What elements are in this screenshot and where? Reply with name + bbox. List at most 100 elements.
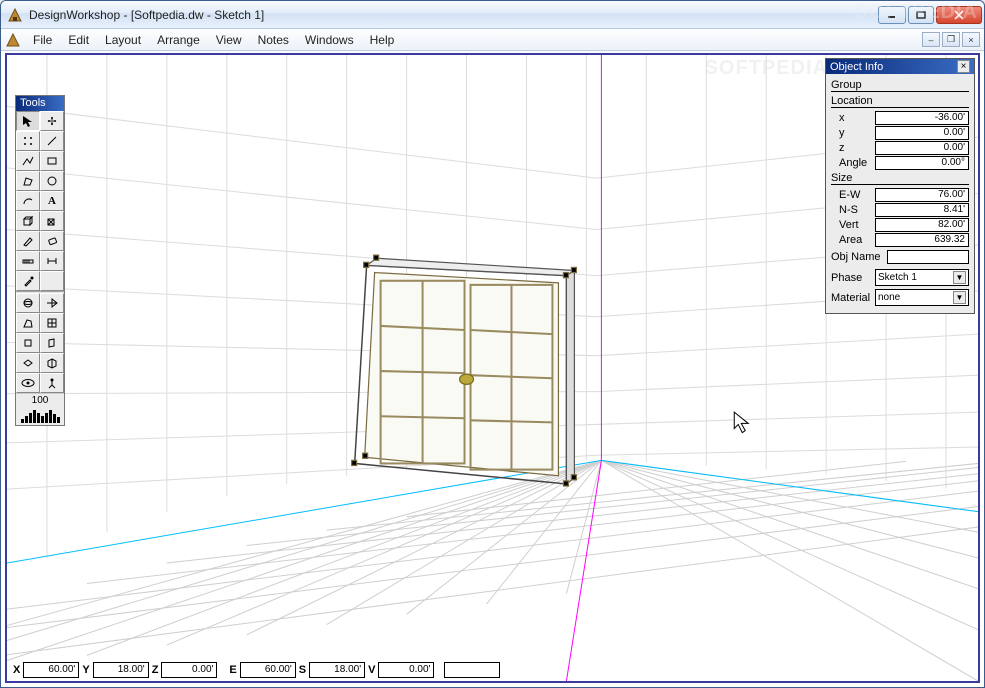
phase-value: Sketch 1: [878, 272, 917, 283]
crosshair-tool[interactable]: ✢: [40, 111, 64, 131]
view-top-tool[interactable]: [16, 353, 40, 373]
perspective-tool[interactable]: [16, 313, 40, 333]
coord-e-value[interactable]: 60.00': [240, 662, 296, 678]
mdi-restore-button[interactable]: ❐: [942, 32, 960, 47]
vert-label: Vert: [831, 219, 875, 231]
view-front-tool[interactable]: [16, 333, 40, 353]
phase-label: Phase: [831, 272, 875, 284]
object-info-title-text: Object Info: [830, 61, 883, 73]
tools-title: Tools: [16, 96, 64, 111]
coord-v-label: V: [366, 664, 377, 676]
x-value[interactable]: -36.00': [875, 111, 969, 125]
zoom-value[interactable]: 100: [16, 393, 64, 407]
y-label: y: [831, 127, 875, 139]
objname-label: Obj Name: [831, 251, 887, 263]
arrow-tool[interactable]: [16, 111, 40, 131]
object-info-panel[interactable]: Object Info × Group Location x-36.00' y0…: [825, 58, 975, 314]
rectangle-tool[interactable]: [40, 151, 64, 171]
coord-s-label: S: [297, 664, 308, 676]
line-tool[interactable]: [40, 131, 64, 151]
material-select[interactable]: none ▼: [875, 289, 969, 306]
walk-tool[interactable]: [40, 373, 64, 393]
app-window: SOFTPEDIA DesignWorkshop - [Softpedia.dw…: [0, 0, 985, 688]
arc-tool[interactable]: [16, 191, 40, 211]
coord-y-label: Y: [80, 664, 91, 676]
material-value: none: [878, 292, 900, 303]
angle-label: Angle: [831, 157, 875, 169]
location-header: Location: [831, 95, 969, 108]
document-icon: [5, 32, 21, 48]
ew-value[interactable]: 76.00': [875, 188, 969, 202]
status-bar: X60.00' Y18.00' Z0.00' E60.00' S18.00' V…: [11, 662, 500, 678]
mdi-controls: – ❐ ×: [922, 32, 984, 47]
objname-value[interactable]: [887, 250, 969, 264]
axon-tool[interactable]: [40, 313, 64, 333]
menu-notes[interactable]: Notes: [250, 31, 297, 49]
watermark: SOFTPEDIA: [855, 1, 978, 24]
polygon-tool[interactable]: [16, 171, 40, 191]
cube-tool[interactable]: [16, 211, 40, 231]
measure-tool[interactable]: [16, 251, 40, 271]
mdi-minimize-button[interactable]: –: [922, 32, 940, 47]
sun-chart-icon[interactable]: [16, 407, 64, 425]
pencil-tool[interactable]: [16, 231, 40, 251]
tools-palette[interactable]: Tools ✢ A: [15, 95, 65, 426]
coord-e-label: E: [227, 664, 238, 676]
eye-tool[interactable]: [16, 373, 40, 393]
ns-value[interactable]: 8.41': [875, 203, 969, 217]
z-label: z: [831, 142, 875, 154]
text-tool[interactable]: A: [40, 191, 64, 211]
mdi-close-button[interactable]: ×: [962, 32, 980, 47]
menu-edit[interactable]: Edit: [60, 31, 97, 49]
y-value[interactable]: 0.00': [875, 126, 969, 140]
phase-select[interactable]: Sketch 1 ▼: [875, 269, 969, 286]
area-value[interactable]: 639.32: [875, 233, 969, 247]
vert-value[interactable]: 82.00': [875, 218, 969, 232]
chevron-down-icon: ▼: [953, 291, 966, 304]
eraser-tool[interactable]: [40, 231, 64, 251]
area-label: Area: [831, 234, 875, 246]
material-label: Material: [831, 292, 875, 304]
x-label: x: [831, 112, 875, 124]
orbit-tool[interactable]: [16, 293, 40, 313]
coord-v-value[interactable]: 0.00': [378, 662, 434, 678]
size-header: Size: [831, 172, 969, 185]
blank-tool[interactable]: [40, 271, 64, 291]
z-value[interactable]: 0.00': [875, 141, 969, 155]
eyedropper-tool[interactable]: [16, 271, 40, 291]
menubar: File Edit Layout Arrange View Notes Wind…: [1, 29, 984, 51]
coord-x-value[interactable]: 60.00': [23, 662, 79, 678]
ns-label: N-S: [831, 204, 875, 216]
wireframe-tool[interactable]: [40, 211, 64, 231]
workspace: SOFTPEDIA: [5, 53, 980, 683]
coord-extra-value[interactable]: [444, 662, 500, 678]
titlebar: DesignWorkshop - [Softpedia.dw - Sketch …: [1, 1, 984, 29]
view-side-tool[interactable]: [40, 333, 64, 353]
menu-layout[interactable]: Layout: [97, 31, 149, 49]
chevron-down-icon: ▼: [953, 271, 966, 284]
dots-tool[interactable]: [16, 131, 40, 151]
selected-object: [352, 255, 577, 486]
angle-value[interactable]: 0.00°: [875, 156, 969, 170]
cursor-icon: [734, 412, 748, 433]
menu-file[interactable]: File: [25, 31, 60, 49]
menu-windows[interactable]: Windows: [297, 31, 362, 49]
object-type: Group: [831, 79, 969, 92]
object-info-title[interactable]: Object Info ×: [826, 59, 974, 74]
menu-arrange[interactable]: Arrange: [149, 31, 208, 49]
app-icon: [7, 7, 23, 23]
panel-close-button[interactable]: ×: [957, 60, 970, 73]
coord-z-label: Z: [150, 664, 161, 676]
camera-tool[interactable]: [40, 293, 64, 313]
circle-tool[interactable]: [40, 171, 64, 191]
coord-z-value[interactable]: 0.00': [161, 662, 217, 678]
menu-help[interactable]: Help: [362, 31, 403, 49]
coord-s-value[interactable]: 18.00': [309, 662, 365, 678]
menu-view[interactable]: View: [208, 31, 250, 49]
polyline-tool[interactable]: [16, 151, 40, 171]
window-title: DesignWorkshop - [Softpedia.dw - Sketch …: [29, 8, 876, 22]
coord-y-value[interactable]: 18.00': [93, 662, 149, 678]
view-iso-tool[interactable]: [40, 353, 64, 373]
coord-x-label: X: [11, 664, 22, 676]
dimension-tool[interactable]: [40, 251, 64, 271]
